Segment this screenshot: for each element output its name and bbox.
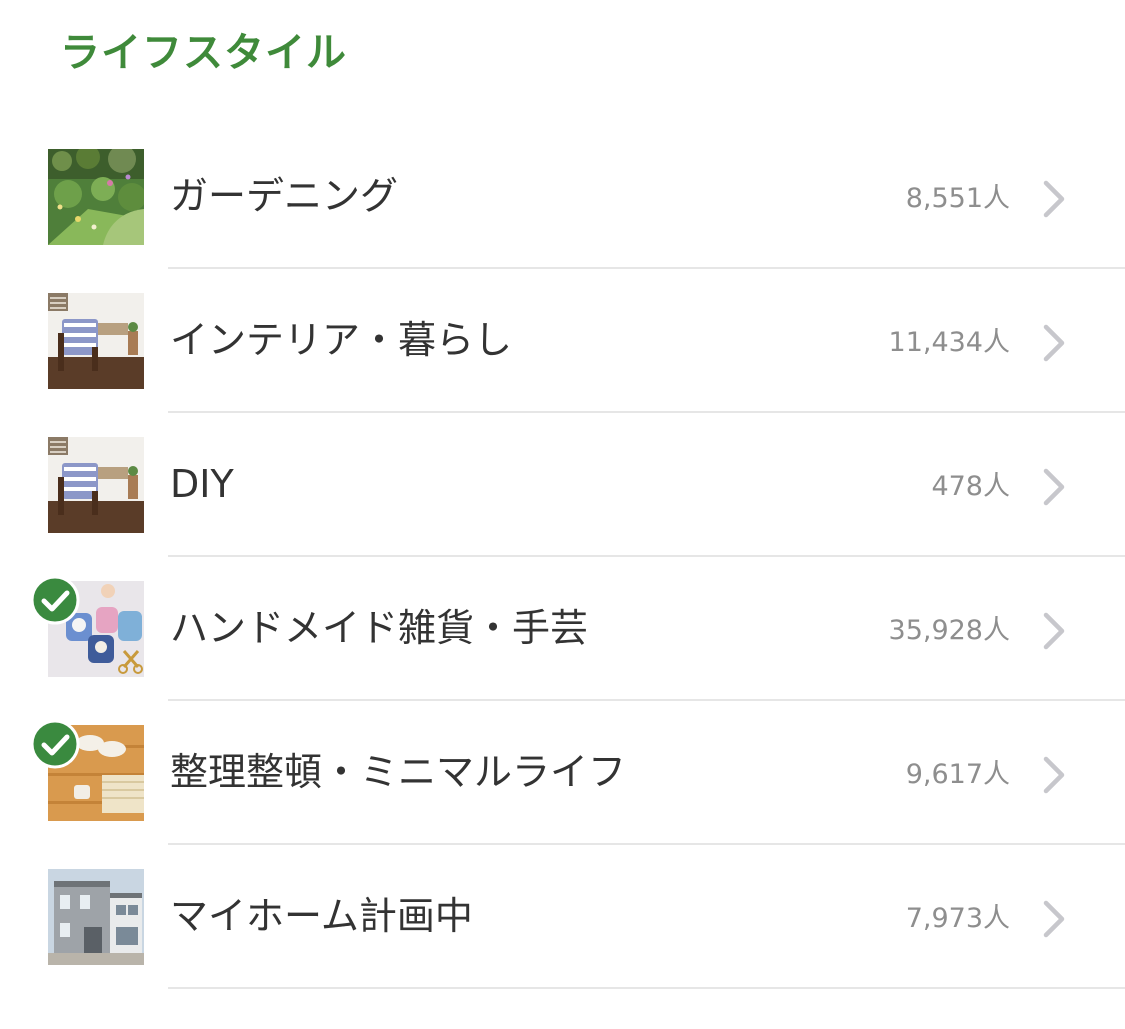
thumbnail-house bbox=[48, 869, 144, 965]
list-item-organizing[interactable]: 整理整頓・ミニマルライフ 9,617人 bbox=[0, 701, 1125, 845]
member-count: 7,973人 bbox=[905, 903, 1010, 934]
chevron-right-icon bbox=[1043, 756, 1065, 794]
member-count: 8,551人 bbox=[905, 183, 1010, 214]
member-count: 478人 bbox=[931, 471, 1010, 502]
member-count: 9,617人 bbox=[905, 759, 1010, 790]
member-count: 35,928人 bbox=[888, 615, 1010, 646]
item-label: マイホーム計画中 bbox=[170, 894, 473, 938]
item-label: ガーデニング bbox=[170, 174, 399, 218]
item-label: インテリア・暮らし bbox=[170, 318, 513, 362]
item-label: DIY bbox=[170, 462, 234, 506]
chevron-right-icon bbox=[1043, 900, 1065, 938]
chevron-right-icon bbox=[1043, 180, 1065, 218]
list-item-diy[interactable]: DIY 478人 bbox=[0, 413, 1125, 557]
thumbnail-interior bbox=[48, 293, 144, 389]
item-label: 整理整頓・ミニマルライフ bbox=[170, 750, 627, 794]
list-item-my-home[interactable]: マイホーム計画中 7,973人 bbox=[0, 845, 1125, 989]
section-title: ライフスタイル bbox=[60, 30, 347, 76]
thumbnail-garden bbox=[48, 149, 144, 245]
check-circle-icon bbox=[30, 575, 80, 625]
item-label: ハンドメイド雑貨・手芸 bbox=[170, 606, 589, 650]
list-item-handmade[interactable]: ハンドメイド雑貨・手芸 35,928人 bbox=[0, 557, 1125, 701]
thumbnail-diy bbox=[48, 437, 144, 533]
chevron-right-icon bbox=[1043, 468, 1065, 506]
chevron-right-icon bbox=[1043, 324, 1065, 362]
list-item-gardening[interactable]: ガーデニング 8,551人 bbox=[0, 125, 1125, 269]
check-circle-icon bbox=[30, 719, 80, 769]
list-item-interior[interactable]: インテリア・暮らし 11,434人 bbox=[0, 269, 1125, 413]
member-count: 11,434人 bbox=[888, 327, 1010, 358]
lifestyle-list: ガーデニング 8,551人 インテリア・暮らし 11,434人 DIY 478人… bbox=[0, 125, 1125, 989]
chevron-right-icon bbox=[1043, 612, 1065, 650]
